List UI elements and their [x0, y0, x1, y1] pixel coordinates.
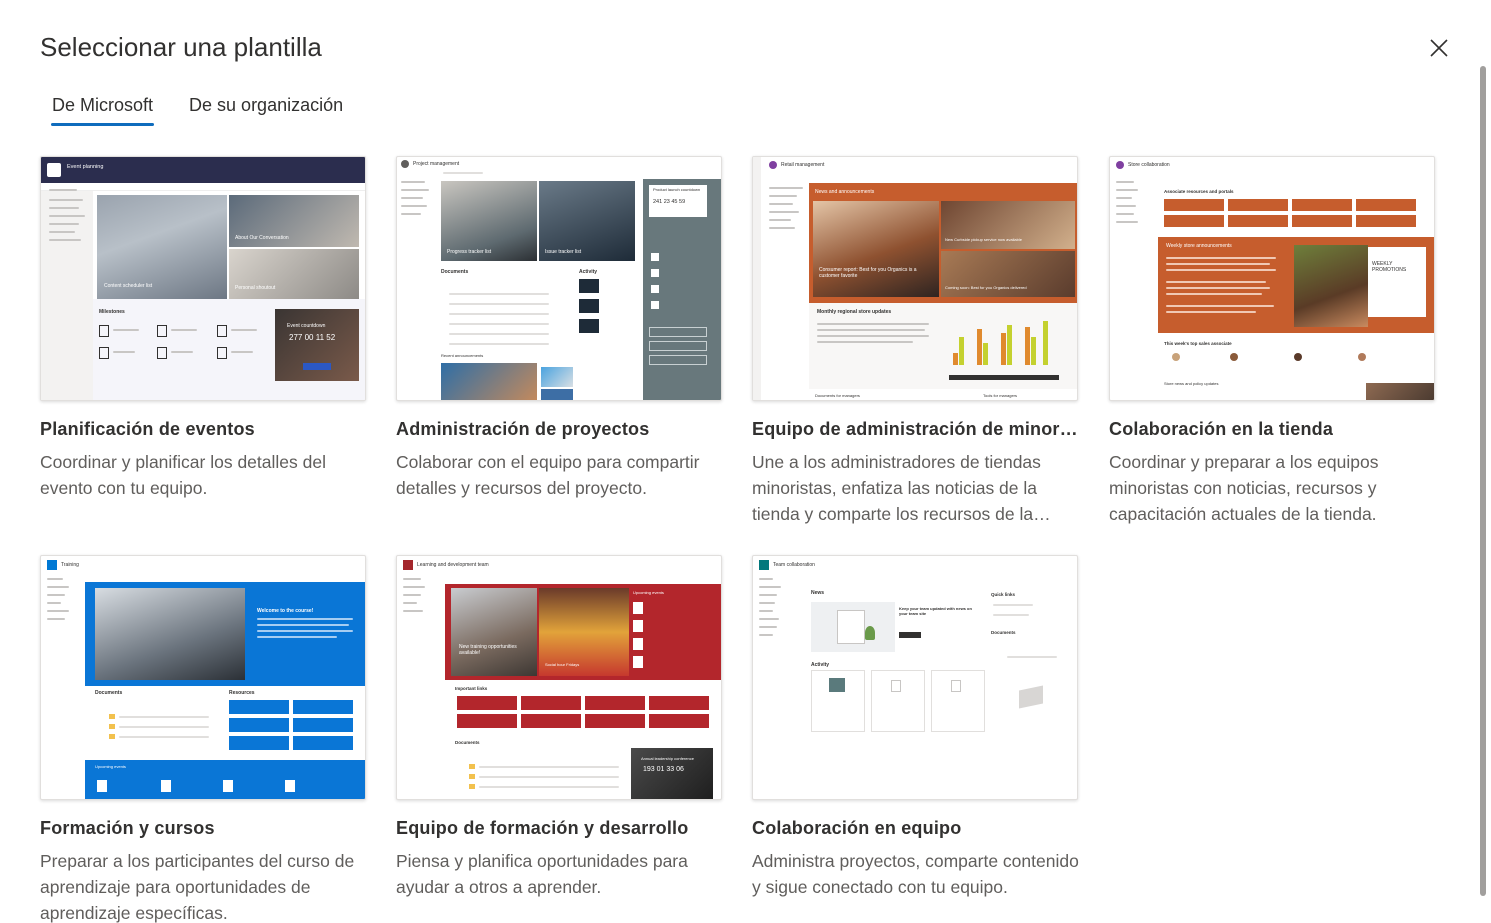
template-card-learning-development[interactable]: Learning and development team New traini…: [396, 555, 722, 900]
scrollbar[interactable]: [1478, 66, 1488, 923]
template-thumbnail: Learning and development team New traini…: [396, 555, 722, 800]
template-card-team-collaboration[interactable]: Team collaboration News Keep your team u…: [752, 555, 1079, 900]
template-thumbnail: Project management Progress tracker list…: [396, 156, 722, 401]
tab-from-organization[interactable]: De su organización: [177, 84, 355, 126]
template-description: Preparar a los participantes del curso d…: [40, 851, 355, 923]
template-dialog: Seleccionar una plantilla De Microsoft D…: [0, 0, 1491, 923]
template-card-store-collaboration[interactable]: Store collaboration Associate resources …: [1109, 156, 1435, 527]
template-card-retail-management[interactable]: Retail management News and announcements…: [752, 156, 1078, 527]
close-icon: [1430, 39, 1448, 57]
template-card-project-management[interactable]: Project management Progress tracker list…: [396, 156, 722, 501]
template-title: Formación y cursos: [40, 818, 215, 838]
template-description: Piensa y planifica oportunidades para ay…: [396, 851, 688, 897]
template-description: Administra proyectos, comparte contenido…: [752, 851, 1079, 897]
template-card-event-planning[interactable]: Event planning Content scheduler list Ab…: [40, 156, 366, 501]
template-description: Colaborar con el equipo para compartir d…: [396, 452, 700, 498]
template-thumbnail: Training Welcome to the course! Document…: [40, 555, 366, 800]
template-thumbnail: Event planning Content scheduler list Ab…: [40, 156, 366, 401]
template-card-training[interactable]: Training Welcome to the course! Document…: [40, 555, 366, 923]
template-description: Coordinar y preparar a los equipos minor…: [1109, 452, 1379, 524]
template-title: Colaboración en la tienda: [1109, 419, 1334, 439]
template-description: Une a los administradores de tiendas min…: [752, 452, 1041, 524]
template-title: Planificación de eventos: [40, 419, 255, 439]
template-title: Equipo de formación y desarrollo: [396, 818, 689, 838]
tab-from-microsoft[interactable]: De Microsoft: [40, 84, 165, 126]
template-title: Colaboración en equipo: [752, 818, 962, 838]
scrollbar-thumb[interactable]: [1480, 66, 1486, 896]
template-title: Administración de proyectos: [396, 419, 650, 439]
template-thumbnail: Store collaboration Associate resources …: [1109, 156, 1435, 401]
tab-list: De Microsoft De su organización: [40, 84, 367, 128]
template-thumbnail: Retail management News and announcements…: [752, 156, 1078, 401]
dialog-title: Seleccionar una plantilla: [40, 32, 322, 62]
template-description: Coordinar y planificar los detalles del …: [40, 452, 326, 498]
template-title: Equipo de administración de minoristas: [752, 419, 1078, 439]
close-button[interactable]: [1424, 33, 1454, 63]
template-thumbnail: Team collaboration News Keep your team u…: [752, 555, 1078, 800]
